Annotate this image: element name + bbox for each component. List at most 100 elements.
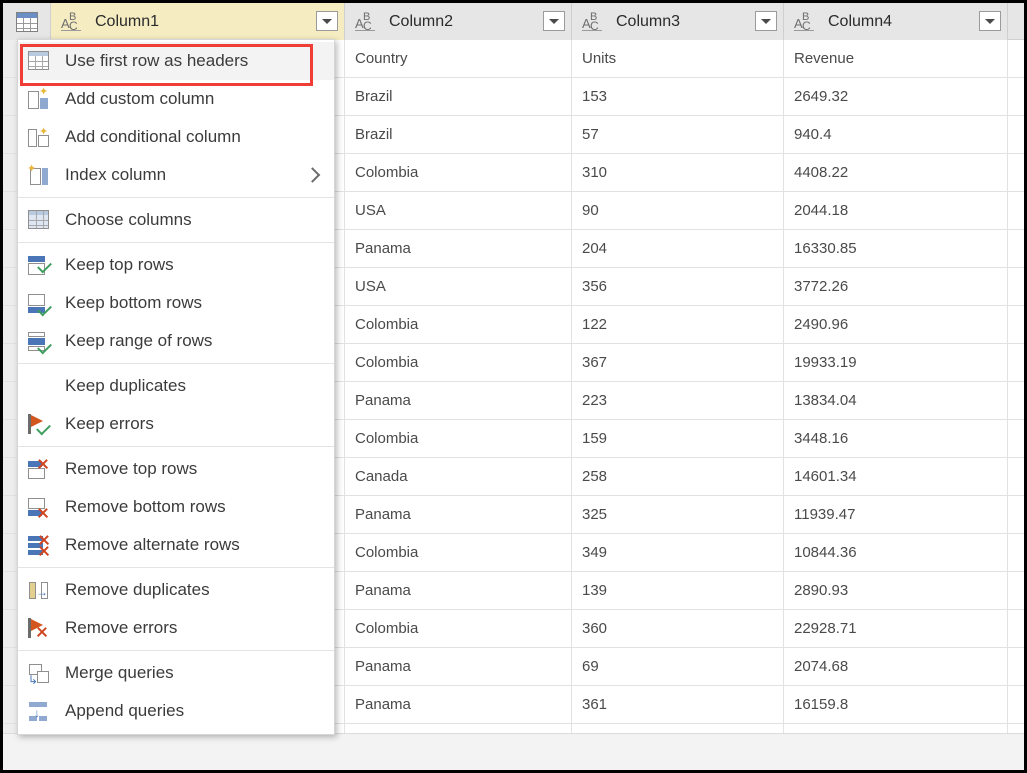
table-cell[interactable]: Colombia: [345, 344, 572, 381]
table-cell[interactable]: 2649.32: [784, 78, 1008, 115]
menu-item-remove-bottom-rows[interactable]: Remove bottom rows: [18, 488, 334, 526]
column-header-label: Column1: [95, 12, 160, 30]
table-cell[interactable]: Panama: [345, 648, 572, 685]
row-filler: [1008, 534, 1024, 571]
menu-item-label: Keep range of rows: [65, 331, 213, 350]
table-cell[interactable]: 16159.8: [784, 686, 1008, 723]
menu-item-index-column[interactable]: ✦ Index column: [18, 156, 334, 194]
table-cell[interactable]: 2490.96: [784, 306, 1008, 343]
table-cell[interactable]: 940.4: [784, 116, 1008, 153]
menu-item-remove-errors[interactable]: Remove errors: [18, 609, 334, 647]
chevron-down-icon: [549, 18, 559, 24]
menu-item-remove-top-rows[interactable]: Remove top rows: [18, 450, 334, 488]
column-header-column1[interactable]: A B C Column1: [51, 3, 345, 40]
menu-item-label: Keep bottom rows: [65, 293, 203, 312]
table-cell[interactable]: Brazil: [345, 116, 572, 153]
table-cell[interactable]: 204: [572, 230, 784, 267]
menu-item-merge-queries[interactable]: ↳ Merge queries: [18, 654, 334, 692]
menu-item-remove-duplicates[interactable]: → Remove duplicates: [18, 571, 334, 609]
table-cell[interactable]: Panama: [345, 572, 572, 609]
grid-corner-cell[interactable]: [3, 3, 51, 40]
table-cell[interactable]: Units: [572, 40, 784, 77]
keep-bottom-rows-icon: [26, 291, 52, 317]
menu-separator: [18, 197, 334, 198]
menu-item-keep-errors[interactable]: Keep errors: [18, 405, 334, 443]
row-filler: [1008, 230, 1024, 267]
menu-item-append-queries[interactable]: ↓ Append queries: [18, 692, 334, 730]
table-cell[interactable]: Colombia: [345, 420, 572, 457]
menu-item-label: Append queries: [65, 701, 185, 720]
row-filler: [1008, 344, 1024, 381]
table-cell[interactable]: Panama: [345, 496, 572, 533]
table-cell[interactable]: 356: [572, 268, 784, 305]
table-cell[interactable]: 159: [572, 420, 784, 457]
table-cell[interactable]: 22928.71: [784, 610, 1008, 647]
column-filter-dropdown-column3[interactable]: [755, 11, 777, 31]
table-cell[interactable]: 325: [572, 496, 784, 533]
index-column-icon: ✦: [26, 163, 52, 187]
table-cell[interactable]: 360: [572, 610, 784, 647]
table-cell[interactable]: 122: [572, 306, 784, 343]
column-filter-dropdown-column1[interactable]: [316, 11, 338, 31]
abc-text-type-icon: ABC: [61, 11, 88, 33]
menu-item-choose-columns[interactable]: Choose columns: [18, 201, 334, 239]
table-cell[interactable]: Panama: [345, 230, 572, 267]
menu-item-keep-range-of-rows[interactable]: Keep range of rows: [18, 322, 334, 360]
table-cell[interactable]: 310: [572, 154, 784, 191]
table-cell[interactable]: 3448.16: [784, 420, 1008, 457]
menu-item-keep-top-rows[interactable]: Keep top rows: [18, 246, 334, 284]
menu-item-keep-duplicates[interactable]: Keep duplicates: [18, 367, 334, 405]
column-header-column3[interactable]: A B C Column3: [572, 3, 784, 40]
table-cell[interactable]: 361: [572, 686, 784, 723]
row-filler: [1008, 648, 1024, 685]
column-header-column4[interactable]: A B C Column4: [784, 3, 1008, 40]
add-conditional-column-icon: ✦: [26, 125, 52, 149]
table-cell[interactable]: 14601.34: [784, 458, 1008, 495]
column-header-column2[interactable]: A B C Column2: [345, 3, 572, 40]
table-cell[interactable]: 4408.22: [784, 154, 1008, 191]
column-filter-dropdown-column4[interactable]: [979, 11, 1001, 31]
table-cell[interactable]: 139: [572, 572, 784, 609]
table-cell[interactable]: 2890.93: [784, 572, 1008, 609]
menu-item-label: Keep duplicates: [65, 376, 186, 395]
table-cell[interactable]: Colombia: [345, 154, 572, 191]
table-cell[interactable]: 2074.68: [784, 648, 1008, 685]
table-cell[interactable]: 2044.18: [784, 192, 1008, 229]
menu-item-keep-bottom-rows[interactable]: Keep bottom rows: [18, 284, 334, 322]
table-cell[interactable]: 10844.36: [784, 534, 1008, 571]
table-cell[interactable]: 69: [572, 648, 784, 685]
table-cell[interactable]: Brazil: [345, 78, 572, 115]
table-cell[interactable]: Revenue: [784, 40, 1008, 77]
column-context-menu[interactable]: Use first row as headers ✦ Add custom colu…: [17, 39, 335, 735]
table-cell[interactable]: 153: [572, 78, 784, 115]
table-cell[interactable]: 16330.85: [784, 230, 1008, 267]
table-cell[interactable]: Colombia: [345, 534, 572, 571]
table-cell[interactable]: 90: [572, 192, 784, 229]
table-cell[interactable]: Colombia: [345, 610, 572, 647]
table-cell[interactable]: Colombia: [345, 306, 572, 343]
table-cell[interactable]: USA: [345, 192, 572, 229]
table-cell[interactable]: 13834.04: [784, 382, 1008, 419]
table-cell[interactable]: Panama: [345, 382, 572, 419]
table-cell[interactable]: 349: [572, 534, 784, 571]
table-cell[interactable]: 258: [572, 458, 784, 495]
menu-separator: [18, 567, 334, 568]
menu-item-add-conditional-column[interactable]: ✦ Add conditional column: [18, 118, 334, 156]
table-cell[interactable]: 367: [572, 344, 784, 381]
table-cell[interactable]: 3772.26: [784, 268, 1008, 305]
table-cell[interactable]: USA: [345, 268, 572, 305]
table-cell[interactable]: Panama: [345, 686, 572, 723]
table-cell[interactable]: 11939.47: [784, 496, 1008, 533]
row-filler: [1008, 420, 1024, 457]
table-cell[interactable]: Country: [345, 40, 572, 77]
table-cell[interactable]: Canada: [345, 458, 572, 495]
table-cell[interactable]: 19933.19: [784, 344, 1008, 381]
menu-item-remove-alternate-rows[interactable]: Remove alternate rows: [18, 526, 334, 564]
menu-item-use-first-row-as-headers[interactable]: Use first row as headers: [18, 42, 334, 86]
column-filter-dropdown-column2[interactable]: [543, 11, 565, 31]
table-cell[interactable]: 57: [572, 116, 784, 153]
menu-item-add-custom-column[interactable]: ✦ Add custom column: [18, 80, 334, 118]
chevron-right-icon[interactable]: [304, 167, 321, 183]
keep-range-of-rows-icon: [26, 329, 52, 355]
table-cell[interactable]: 223: [572, 382, 784, 419]
